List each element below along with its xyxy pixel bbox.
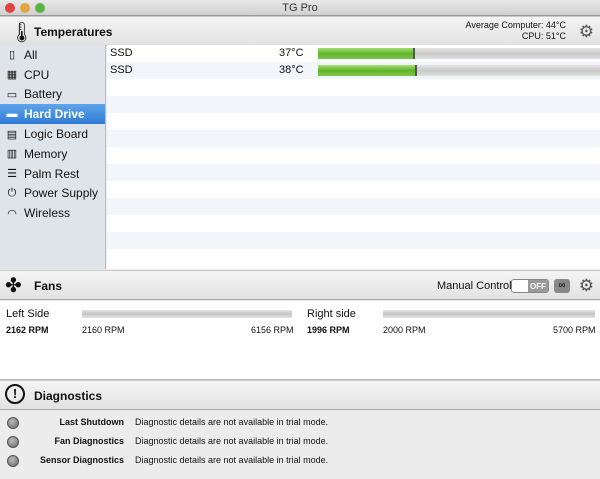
diagnostic-label: Sensor Diagnostics bbox=[39, 455, 124, 465]
diagnostic-label: Last Shutdown bbox=[59, 417, 125, 427]
hand-icon: ☰ bbox=[7, 168, 17, 181]
sidebar-item-memory[interactable]: ▥ Memory bbox=[0, 144, 105, 164]
temperatures-header: 🌡 Temperatures Average Computer: 44°C CP… bbox=[0, 16, 600, 46]
wifi-icon: ◠ bbox=[7, 207, 17, 220]
sidebar-item-label: Hard Drive bbox=[24, 107, 85, 122]
sensor-row[interactable]: SSD 37°C bbox=[107, 45, 600, 62]
sidebar-item-label: Logic Board bbox=[24, 127, 89, 142]
sidebar-item-logic-board[interactable]: ▤ Logic Board bbox=[0, 124, 105, 144]
fan-current-rpm: 2162 RPM bbox=[6, 325, 49, 335]
diagnostic-text: Diagnostic details are not available in … bbox=[135, 455, 329, 465]
temperature-bar bbox=[318, 48, 600, 59]
sensor-sidebar: ▯ All ▦ CPU ▭ Battery ▬ Hard Drive ▤ Logic Bo… bbox=[0, 45, 106, 269]
fan-current-rpm: 1996 RPM bbox=[307, 325, 350, 335]
sensor-value: 37°C bbox=[279, 47, 304, 59]
manual-control-toggle[interactable]: OFF bbox=[511, 279, 549, 293]
computer-icon: ▯ bbox=[8, 49, 16, 62]
title-bar: TG Pro bbox=[0, 0, 600, 16]
sidebar-item-cpu[interactable]: ▦ CPU bbox=[0, 65, 105, 85]
chip-icon: ▦ bbox=[6, 69, 18, 82]
sensor-name: SSD bbox=[110, 64, 133, 76]
sidebar-item-power-supply[interactable]: ⏻ Power Supply bbox=[0, 184, 105, 204]
sensor-value: 38°C bbox=[279, 64, 304, 76]
sensor-list: SSD 37°C SSD 38°C bbox=[107, 45, 600, 269]
fan-icon: ✤ bbox=[5, 275, 22, 297]
zoom-button[interactable] bbox=[35, 3, 45, 13]
temperature-fill bbox=[318, 65, 417, 76]
cpu-label: CPU: bbox=[521, 31, 544, 41]
thermometer-icon: 🌡 bbox=[9, 22, 35, 44]
sidebar-item-label: All bbox=[24, 47, 38, 62]
close-button[interactable] bbox=[5, 3, 15, 13]
alert-icon: ! bbox=[5, 384, 25, 404]
hard-drive-icon: ▬ bbox=[6, 108, 18, 121]
sidebar-item-label: Palm Rest bbox=[24, 166, 80, 181]
sidebar-item-label: Power Supply bbox=[24, 186, 99, 201]
fan-min-rpm: 2160 RPM bbox=[82, 325, 125, 335]
diagnostic-label: Fan Diagnostics bbox=[54, 436, 124, 446]
fan-speed-bar bbox=[383, 310, 595, 318]
memory-icon: ▥ bbox=[6, 148, 18, 161]
sidebar-item-label: Battery bbox=[24, 87, 63, 102]
fan-min-rpm: 2000 RPM bbox=[383, 325, 426, 335]
diagnostics-header: ! Diagnostics bbox=[0, 380, 600, 410]
diagnostic-row: Fan Diagnostics Diagnostic details are no… bbox=[0, 434, 600, 453]
diagnostics-title: Diagnostics bbox=[34, 389, 103, 403]
sidebar-item-label: Memory bbox=[24, 146, 68, 161]
diagnostic-row: Last Shutdown Diagnostic details are not … bbox=[0, 415, 600, 434]
power-icon: ⏻ bbox=[7, 186, 17, 199]
manual-control-label: Manual Control bbox=[437, 280, 512, 292]
fans-title: Fans bbox=[34, 279, 63, 293]
fan-max-rpm: 5700 RPM bbox=[553, 325, 596, 335]
sensor-row[interactable]: SSD 38°C bbox=[107, 62, 600, 79]
avg-value: 44°C bbox=[545, 20, 566, 30]
sidebar-item-wireless[interactable]: ◠ Wireless bbox=[0, 203, 105, 223]
minimize-button[interactable] bbox=[20, 3, 30, 13]
sidebar-item-label: CPU bbox=[24, 67, 50, 82]
temperature-fill bbox=[318, 48, 416, 59]
fans-panel: Left Side 2162 RPM 2160 RPM 6156 RPM Rig… bbox=[0, 301, 600, 380]
avg-label: Average Computer: bbox=[465, 20, 544, 30]
board-icon: ▤ bbox=[6, 128, 18, 141]
window-title: TG Pro bbox=[282, 2, 318, 14]
sidebar-item-hard-drive[interactable]: ▬ Hard Drive bbox=[0, 104, 105, 125]
diagnostic-row: Sensor Diagnostics Diagnostic details are… bbox=[0, 453, 600, 472]
fan-name: Left Side bbox=[6, 308, 50, 320]
gear-icon[interactable]: ⚙ bbox=[579, 23, 594, 40]
diagnostic-text: Diagnostic details are not available in … bbox=[135, 436, 329, 446]
sidebar-item-battery[interactable]: ▭ Battery bbox=[0, 85, 105, 105]
fans-header: ✤ Fans Manual Control OFF ∞ ⚙ bbox=[0, 270, 600, 300]
battery-icon: ▭ bbox=[6, 88, 18, 101]
link-icon[interactable]: ∞ bbox=[554, 279, 570, 293]
temperatures-title: Temperatures bbox=[34, 25, 113, 39]
fan-gear-icon[interactable]: ⚙ bbox=[579, 277, 594, 294]
sidebar-item-all[interactable]: ▯ All bbox=[0, 45, 105, 65]
temperature-bar bbox=[318, 65, 600, 76]
toggle-state: OFF bbox=[528, 280, 548, 292]
sidebar-item-label: Wireless bbox=[24, 206, 71, 221]
fan-speed-bar bbox=[82, 310, 292, 318]
sensor-name: SSD bbox=[110, 47, 133, 59]
status-led-icon bbox=[7, 417, 19, 429]
status-led-icon bbox=[7, 436, 19, 448]
diagnostic-text: Diagnostic details are not available in … bbox=[135, 417, 329, 427]
sidebar-item-palm-rest[interactable]: ☰ Palm Rest bbox=[0, 164, 105, 184]
fan-name: Right side bbox=[307, 308, 356, 320]
status-led-icon bbox=[7, 455, 19, 467]
fan-max-rpm: 6156 RPM bbox=[251, 325, 294, 335]
cpu-value: 51°C bbox=[545, 31, 566, 41]
